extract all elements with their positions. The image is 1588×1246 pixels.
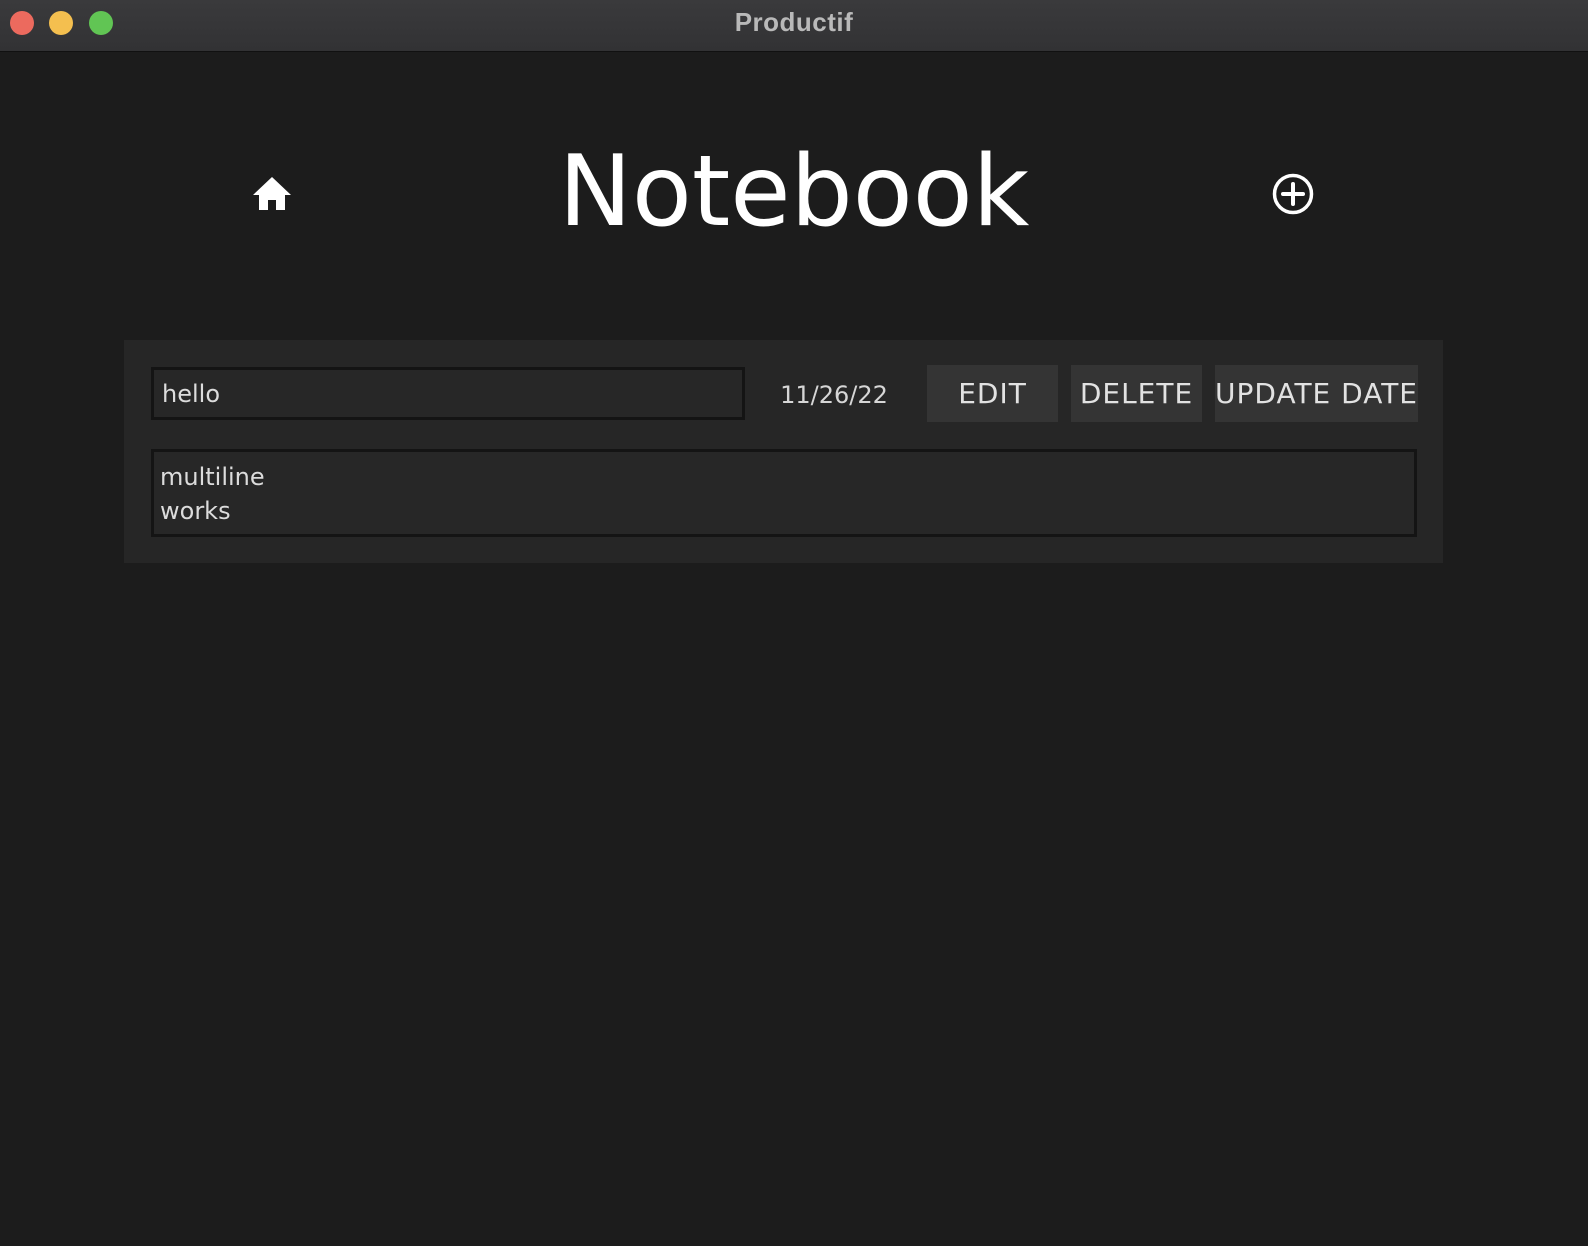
page-title: Notebook: [558, 135, 1030, 249]
edit-button[interactable]: EDIT: [927, 365, 1058, 422]
home-icon: [253, 177, 291, 210]
window-title: Productif: [734, 7, 854, 37]
app-window: Productif Notebook 11/26/22 EDIT DELETE …: [0, 0, 1588, 1246]
add-note-button[interactable]: [1272, 173, 1314, 215]
note-date: 11/26/22: [780, 381, 888, 409]
delete-button[interactable]: DELETE: [1071, 365, 1202, 422]
note-card: 11/26/22 EDIT DELETE UPDATE DATE multili…: [124, 340, 1443, 563]
title-bar: Productif: [0, 0, 1588, 52]
note-body-textarea[interactable]: multiline works: [151, 449, 1417, 537]
note-title-input[interactable]: [151, 367, 745, 420]
update-date-button[interactable]: UPDATE DATE: [1215, 365, 1418, 422]
plus-circle-icon: [1272, 173, 1314, 215]
home-button[interactable]: [252, 174, 292, 214]
